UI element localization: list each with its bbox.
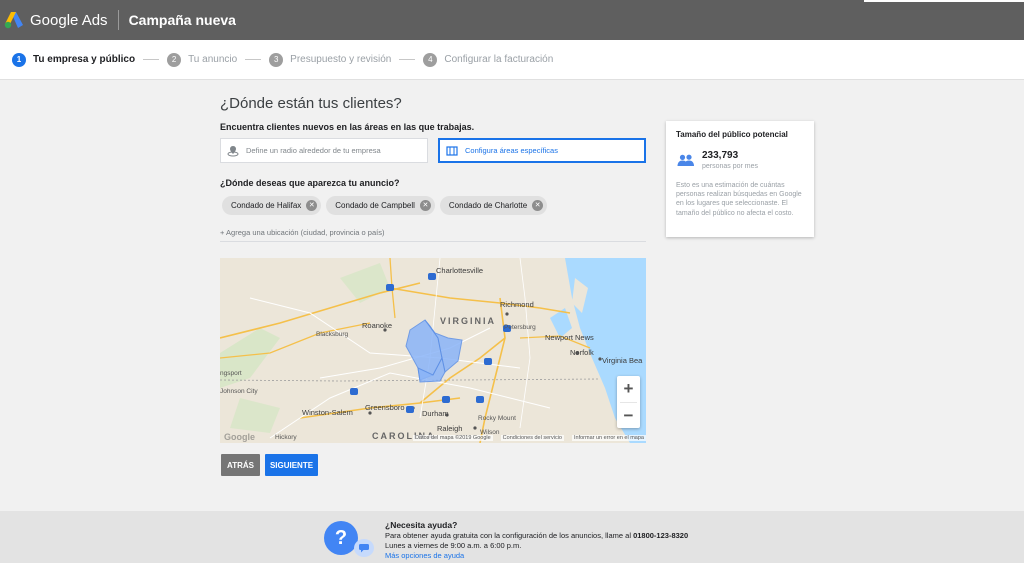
- specific-areas-option[interactable]: Configura áreas específicas: [438, 138, 646, 163]
- next-button[interactable]: SIGUIENTE: [265, 454, 318, 476]
- audience-size-card: Tamaño del público potencial 233,793 per…: [666, 121, 814, 237]
- radius-pin-icon: [227, 145, 239, 157]
- map-label-newport-news: Newport News: [545, 333, 594, 342]
- map-label-blacksburg: Blacksburg: [316, 331, 349, 338]
- location-map[interactable]: Charlottesville Richmond VIRGINIA Roanok…: [220, 258, 646, 443]
- radius-option-label: Define un radio alrededor de tu empresa: [246, 146, 381, 155]
- remove-chip-icon[interactable]: ✕: [306, 200, 318, 211]
- remove-chip-icon[interactable]: ✕: [419, 200, 431, 211]
- back-button[interactable]: ATRÁS: [221, 454, 260, 476]
- zoom-in-button[interactable]: +: [617, 376, 640, 402]
- map-label-roanoke: Roanoke: [362, 321, 393, 330]
- header-accent-strip: [864, 0, 1024, 2]
- step-number: 2: [167, 52, 182, 67]
- location-question: ¿Dónde deseas que aparezca tu anuncio?: [220, 178, 400, 188]
- section-subheading: Encuentra clientes nuevos en las áreas e…: [220, 122, 475, 132]
- audience-card-title: Tamaño del público potencial: [676, 130, 788, 139]
- map-label-raleigh: Raleigh: [437, 424, 463, 433]
- map-label-kingsport: ngsport: [220, 370, 242, 377]
- step-connector: [245, 59, 262, 60]
- map-data-credit: Datos del mapa ©2019 Google: [413, 435, 493, 441]
- chip-label: Condado de Campbell: [335, 201, 415, 210]
- map-label-virginia-beach: Virginia Bea: [602, 356, 643, 365]
- help-title: ¿Necesita ayuda?: [385, 520, 458, 530]
- help-question-icon: ?: [324, 521, 358, 555]
- map-terms-link[interactable]: Condiciones del servicio: [500, 435, 564, 441]
- help-hours: Lunes a viernes de 9:00 a.m. a 6:00 p.m.: [385, 541, 522, 550]
- location-chip-halifax: Condado de Halifax ✕: [222, 196, 322, 215]
- map-attribution: Datos del mapa ©2019 Google Condiciones …: [220, 433, 646, 443]
- step-label: Tu empresa y público: [33, 54, 136, 65]
- radius-option[interactable]: Define un radio alrededor de tu empresa: [220, 138, 428, 163]
- page-title: ¿Dónde están tus clientes?: [220, 95, 402, 112]
- map-label-winston-salem: Winston-Salem: [302, 408, 353, 417]
- map-areas-icon: [446, 145, 458, 157]
- zoom-control: + −: [617, 376, 640, 428]
- map-label-charlottesville: Charlottesville: [436, 266, 484, 275]
- input-underline: [220, 241, 646, 242]
- map-label-greensboro: Greensboro: [365, 403, 405, 412]
- step-number: 4: [423, 52, 438, 67]
- step-number: 1: [12, 52, 26, 67]
- zoom-out-button[interactable]: −: [617, 403, 640, 429]
- product-name[interactable]: Google Ads: [30, 12, 108, 29]
- chip-label: Condado de Halifax: [231, 201, 302, 210]
- location-chip-charlotte: Condado de Charlotte ✕: [439, 196, 548, 215]
- help-phone-number[interactable]: 01800-123-8320: [633, 531, 688, 540]
- selected-locations: Condado de Halifax ✕ Condado de Campbell…: [222, 196, 552, 215]
- map-label-petersburg: Petersburg: [504, 324, 536, 331]
- add-location-input[interactable]: + Agrega una ubicación (ciudad, provinci…: [220, 228, 384, 237]
- help-footer: ? ¿Necesita ayuda? Para obtener ayuda gr…: [0, 511, 1024, 563]
- remove-chip-icon[interactable]: ✕: [532, 200, 544, 211]
- map-label-richmond: Richmond: [500, 300, 534, 309]
- step-label: Tu anuncio: [188, 54, 238, 65]
- help-phone-line: Para obtener ayuda gratuita con la confi…: [385, 531, 688, 540]
- location-chip-campbell: Condado de Campbell ✕: [326, 196, 435, 215]
- header-divider: [117, 10, 119, 30]
- audience-count: 233,793: [702, 150, 739, 161]
- step-label: Presupuesto y revisión: [290, 54, 392, 65]
- step-your-ad[interactable]: 2 Tu anuncio: [167, 52, 238, 67]
- map-label-johnson-city: Johnson City: [220, 388, 258, 395]
- map-label-durham: Durham: [422, 409, 449, 418]
- audience-unit: personas por mes: [702, 163, 759, 170]
- step-connector: [399, 59, 416, 60]
- step-connector: [143, 59, 160, 60]
- map-label-norfolk: Norfolk: [570, 348, 594, 357]
- step-label: Configurar la facturación: [444, 54, 554, 65]
- step-budget-review[interactable]: 3 Presupuesto y revisión: [269, 52, 392, 67]
- help-phone-text: Para obtener ayuda gratuita con la confi…: [385, 531, 634, 540]
- google-ads-logo-icon[interactable]: [4, 11, 24, 29]
- progress-stepper: 1 Tu empresa y público 2 Tu anuncio 3 Pr…: [0, 40, 1024, 80]
- people-icon: [677, 153, 695, 166]
- map-label-virginia: VIRGINIA: [440, 316, 497, 326]
- chat-bubble-icon: [354, 539, 374, 557]
- specific-areas-option-label: Configura áreas específicas: [465, 146, 558, 155]
- chip-label: Condado de Charlotte: [448, 201, 528, 210]
- map-label-rocky-mount: Rocky Mount: [478, 415, 516, 422]
- step-billing[interactable]: 4 Configurar la facturación: [423, 52, 554, 67]
- top-app-bar: Google Ads Campaña nueva: [0, 0, 1024, 40]
- campaign-title: Campaña nueva: [128, 12, 236, 28]
- step-business-audience[interactable]: 1 Tu empresa y público: [12, 52, 136, 67]
- step-number: 3: [269, 52, 284, 67]
- audience-description: Esto es una estimación de cuántas person…: [676, 182, 802, 217]
- map-report-link[interactable]: Informar un error en el mapa: [571, 435, 646, 441]
- more-help-link[interactable]: Más opciones de ayuda: [385, 551, 464, 560]
